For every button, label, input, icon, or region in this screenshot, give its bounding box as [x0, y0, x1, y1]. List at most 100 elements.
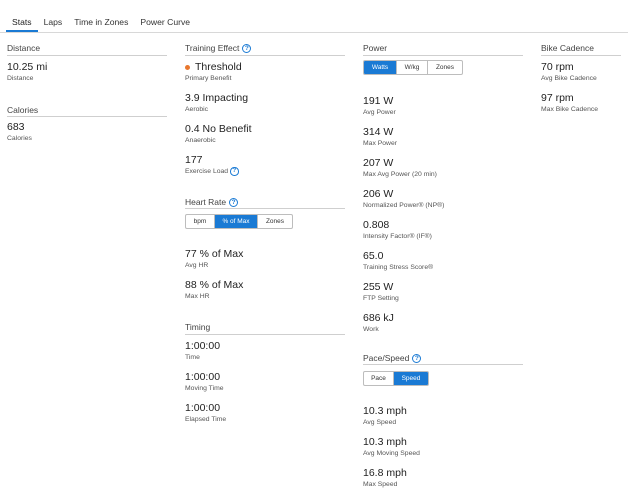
- anaerobic-stat: 0.4 No Benefit Anaerobic: [185, 123, 252, 145]
- avg-cadence-stat: 70 rpm Avg Bike Cadence: [541, 61, 597, 83]
- heart-rate-toggle: bpm % of Max Zones: [185, 214, 293, 229]
- pace-speed-header: Pace/Speed ?: [363, 353, 422, 363]
- power-title: Power: [363, 43, 388, 53]
- elapsed-time-stat: 1:00:00 Elapsed Time: [185, 402, 226, 424]
- distance-header: Distance: [7, 43, 40, 53]
- calories-label: Calories: [7, 135, 32, 142]
- primary-benefit-label: Primary Benefit: [185, 75, 232, 82]
- tabs-divider: [0, 32, 628, 33]
- timing-header: Timing: [185, 322, 210, 332]
- timing-title: Timing: [185, 322, 211, 332]
- max-hr-label: Max HR: [185, 293, 210, 300]
- intensity-factor-stat: 0.808 Intensity Factor® (IF®): [363, 219, 432, 241]
- speed-button[interactable]: Speed: [394, 372, 428, 385]
- avg-hr-stat: 77 % of Max Avg HR: [185, 248, 243, 270]
- intensity-factor-label: Intensity Factor® (IF®): [363, 233, 432, 240]
- normalized-power-stat: 206 W Normalized Power® (NP®): [363, 188, 444, 210]
- max-avg-power-stat: 207 W Max Avg Power (20 min): [363, 157, 437, 179]
- time-value: 1:00:00: [185, 340, 221, 352]
- tss-label: Training Stress Score®: [363, 264, 434, 271]
- max-speed-label: Max Speed: [363, 481, 398, 488]
- max-power-label: Max Power: [363, 140, 397, 147]
- ftp-stat: 255 W FTP Setting: [363, 281, 399, 303]
- tab-laps[interactable]: Laps: [38, 16, 69, 32]
- max-hr-value: 88 % of Max: [185, 279, 244, 291]
- distance-title: Distance: [7, 43, 41, 53]
- avg-power-label: Avg Power: [363, 109, 396, 116]
- avg-speed-value: 10.3 mph: [363, 405, 407, 417]
- bike-cadence-divider: [541, 55, 621, 56]
- calories-value: 683: [7, 121, 25, 133]
- avg-speed-label: Avg Speed: [363, 419, 397, 426]
- power-watts-button[interactable]: Watts: [364, 61, 397, 74]
- elapsed-time-label: Elapsed Time: [185, 416, 227, 423]
- work-label: Work: [363, 326, 379, 333]
- pace-speed-toggle: Pace Speed: [363, 371, 429, 386]
- work-stat: 686 kJ Work: [363, 312, 394, 334]
- pace-speed-divider: [363, 364, 523, 365]
- max-hr-stat: 88 % of Max Max HR: [185, 279, 243, 301]
- elapsed-time-value: 1:00:00: [185, 402, 221, 414]
- anaerobic-value: 0.4 No Benefit: [185, 123, 252, 135]
- distance-value: 10.25 mi: [7, 61, 48, 73]
- distance-label: Distance: [7, 75, 34, 82]
- avg-hr-label: Avg HR: [185, 262, 209, 269]
- bike-cadence-title: Bike Cadence: [541, 43, 594, 53]
- max-power-stat: 314 W Max Power: [363, 126, 397, 148]
- power-zones-button[interactable]: Zones: [428, 61, 462, 74]
- avg-moving-speed-label: Avg Moving Speed: [363, 450, 420, 457]
- avg-cadence-value: 70 rpm: [541, 61, 574, 73]
- exercise-load-stat: 177 Exercise Load?: [185, 154, 239, 176]
- help-icon[interactable]: ?: [230, 167, 239, 176]
- anaerobic-label: Anaerobic: [185, 137, 216, 144]
- avg-moving-speed-stat: 10.3 mph Avg Moving Speed: [363, 436, 420, 458]
- aerobic-label: Aerobic: [185, 106, 209, 113]
- help-icon[interactable]: ?: [242, 43, 252, 53]
- normalized-power-label: Normalized Power® (NP®): [363, 202, 445, 209]
- exercise-load-value: 177: [185, 154, 203, 166]
- training-effect-divider: [185, 55, 345, 56]
- help-icon[interactable]: ?: [412, 353, 422, 363]
- primary-benefit-stat: Threshold Primary Benefit: [185, 61, 242, 83]
- tab-time-in-zones[interactable]: Time in Zones: [68, 16, 134, 32]
- avg-power-value: 191 W: [363, 95, 394, 107]
- aerobic-value: 3.9 Impacting: [185, 92, 249, 104]
- avg-hr-value: 77 % of Max: [185, 248, 244, 260]
- heart-rate-header: Heart Rate ?: [185, 197, 239, 207]
- heart-rate-divider: [185, 208, 345, 209]
- max-speed-stat: 16.8 mph Max Speed: [363, 467, 407, 489]
- time-stat: 1:00:00 Time: [185, 340, 220, 362]
- exercise-load-label: Exercise Load: [185, 168, 229, 175]
- max-avg-power-value: 207 W: [363, 157, 394, 169]
- bike-cadence-header: Bike Cadence: [541, 43, 594, 53]
- tab-bar: Stats Laps Time in Zones Power Curve: [6, 16, 196, 32]
- hr-zones-button[interactable]: Zones: [258, 215, 292, 228]
- power-header: Power: [363, 43, 387, 53]
- avg-speed-stat: 10.3 mph Avg Speed: [363, 405, 407, 427]
- tab-power-curve[interactable]: Power Curve: [134, 16, 196, 32]
- pace-speed-title: Pace/Speed: [363, 353, 410, 363]
- calories-title: Calories: [7, 105, 39, 115]
- time-label: Time: [185, 354, 200, 361]
- distance-divider: [7, 55, 167, 56]
- max-avg-power-label: Max Avg Power (20 min): [363, 171, 437, 178]
- max-cadence-stat: 97 rpm Max Bike Cadence: [541, 92, 598, 114]
- training-effect-header: Training Effect ?: [185, 43, 252, 53]
- power-divider: [363, 55, 523, 56]
- calories-header: Calories: [7, 105, 38, 115]
- training-effect-title: Training Effect: [185, 43, 240, 53]
- aerobic-stat: 3.9 Impacting Aerobic: [185, 92, 248, 114]
- calories-divider: [7, 116, 167, 117]
- work-value: 686 kJ: [363, 312, 394, 324]
- pace-button[interactable]: Pace: [364, 372, 394, 385]
- moving-time-stat: 1:00:00 Moving Time: [185, 371, 224, 393]
- tab-stats[interactable]: Stats: [6, 16, 38, 32]
- tss-stat: 65.0 Training Stress Score®: [363, 250, 433, 272]
- power-toggle: Watts W/kg Zones: [363, 60, 463, 75]
- intensity-factor-value: 0.808: [363, 219, 390, 231]
- help-icon[interactable]: ?: [229, 197, 239, 207]
- power-wkg-button[interactable]: W/kg: [397, 61, 428, 74]
- hr-bpm-button[interactable]: bpm: [186, 215, 215, 228]
- ftp-value: 255 W: [363, 281, 394, 293]
- hr-percent-max-button[interactable]: % of Max: [215, 215, 258, 228]
